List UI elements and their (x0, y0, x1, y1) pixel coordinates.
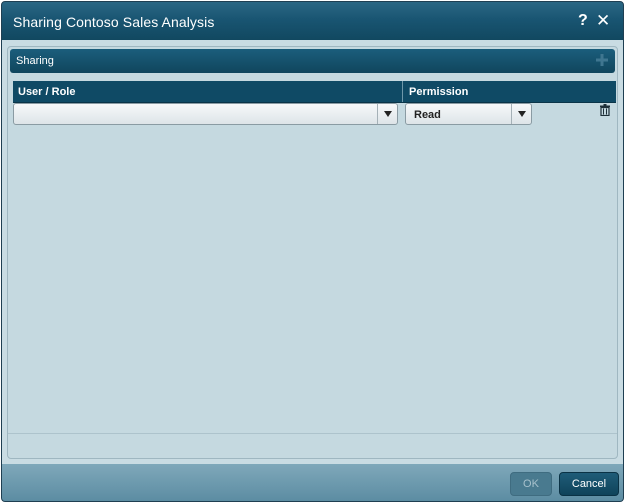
plus-icon[interactable] (595, 53, 609, 67)
user-role-select[interactable] (13, 103, 398, 125)
permission-dropdown-button[interactable] (511, 104, 531, 124)
dialog-title: Sharing Contoso Sales Analysis (13, 14, 215, 30)
dialog-body: Sharing User / Role Permission Read (2, 40, 623, 464)
permission-select[interactable]: Read (405, 103, 532, 125)
title-bar: Sharing Contoso Sales Analysis ? ✕ (2, 2, 623, 40)
panel-divider (8, 433, 617, 434)
column-header-user-role: User / Role (13, 81, 403, 102)
trash-icon[interactable] (600, 104, 610, 116)
ok-button[interactable]: OK (510, 472, 552, 496)
permission-value: Read (414, 109, 441, 121)
sharing-table-header: User / Role Permission (13, 81, 616, 103)
close-icon[interactable]: ✕ (596, 11, 610, 31)
sharing-panel-title: Sharing (16, 55, 54, 67)
sharing-panel-header: Sharing (10, 49, 615, 73)
help-icon[interactable]: ? (578, 11, 588, 31)
chevron-down-icon (384, 111, 392, 117)
sharing-dialog: Sharing Contoso Sales Analysis ? ✕ Shari… (1, 1, 624, 502)
dialog-footer: OK Cancel (2, 464, 623, 501)
chevron-down-icon (518, 111, 526, 117)
column-header-permission: Permission (409, 86, 469, 98)
cancel-button[interactable]: Cancel (559, 472, 619, 496)
user-role-dropdown-button[interactable] (377, 104, 397, 124)
